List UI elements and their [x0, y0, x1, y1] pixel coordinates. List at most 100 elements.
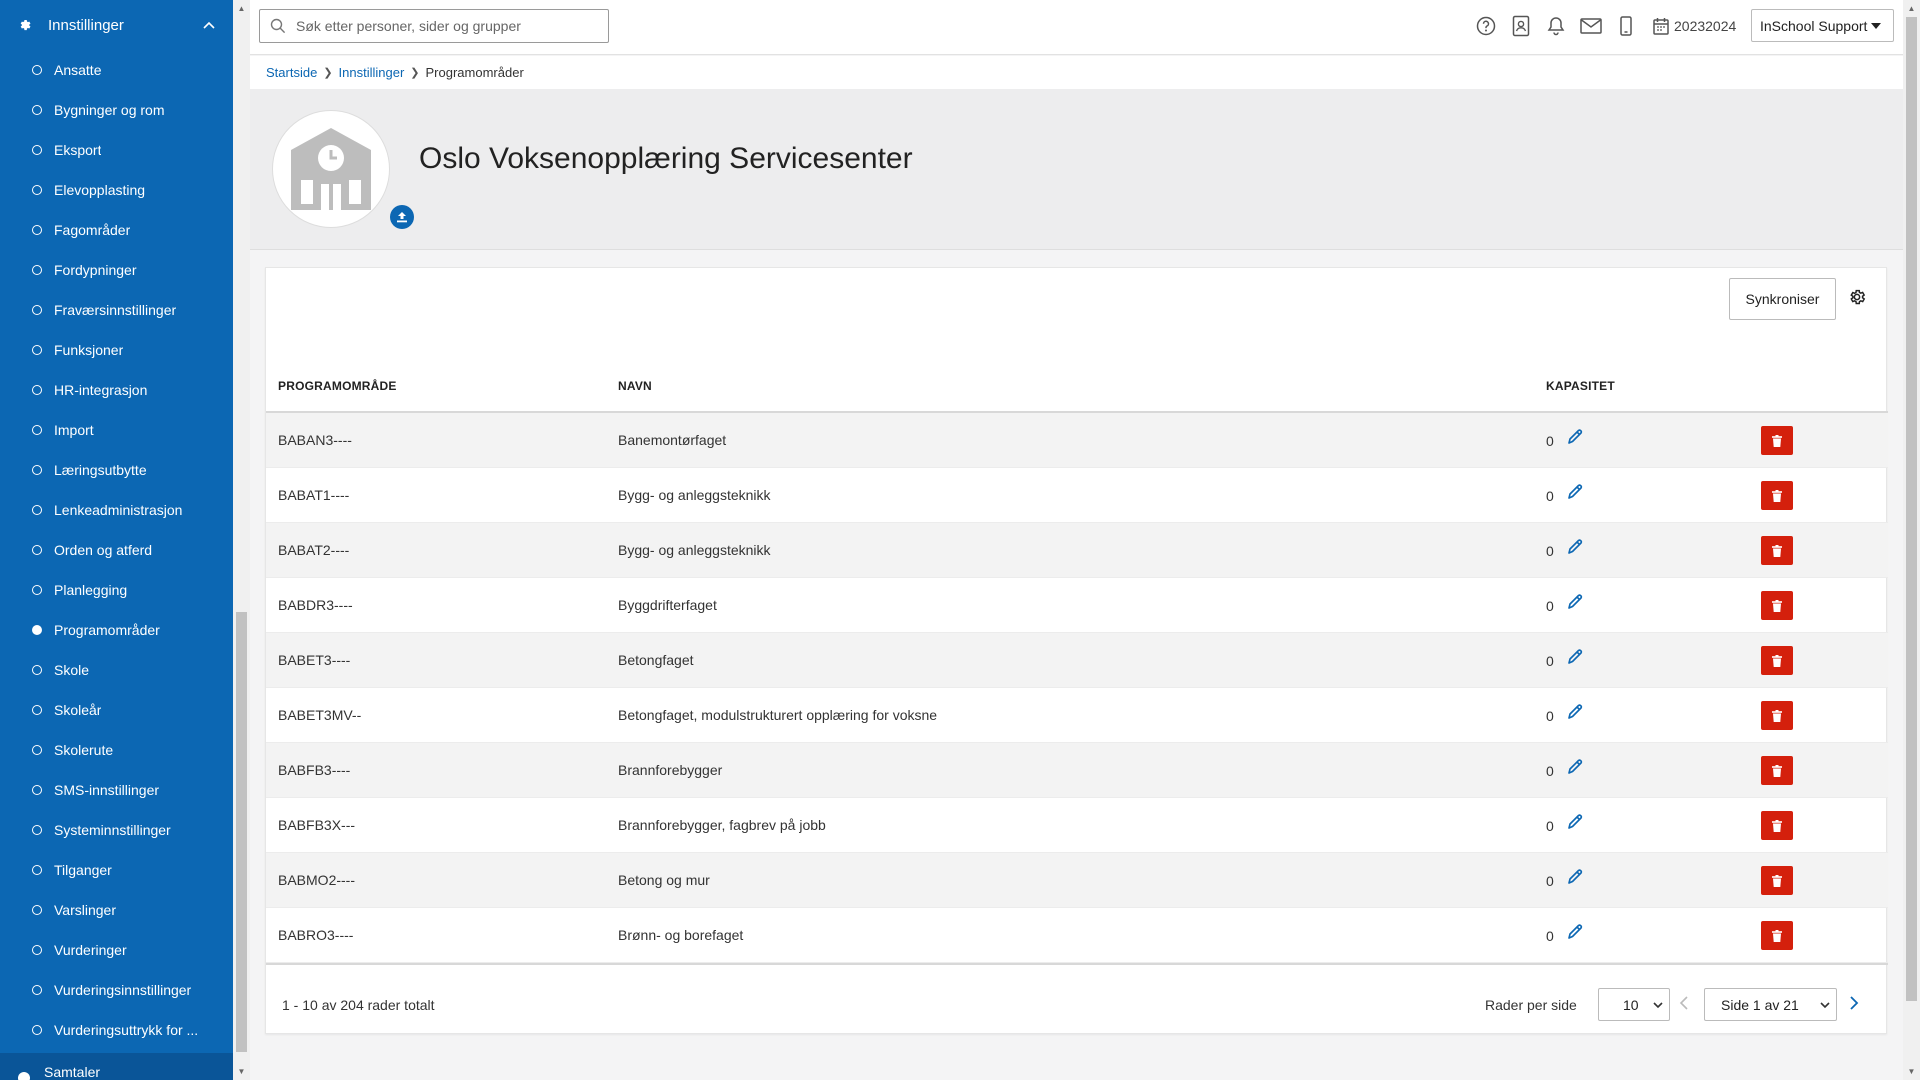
sidebar-item-samtaler[interactable]: Samtaler — [0, 1053, 233, 1080]
sync-button[interactable]: Synkroniser — [1729, 278, 1836, 320]
circle-icon — [32, 65, 42, 75]
scroll-up-arrow-icon[interactable]: ▲ — [1903, 0, 1920, 17]
sidebar-item[interactable]: Vurderingsinnstillinger — [0, 970, 233, 1010]
delete-button[interactable] — [1761, 426, 1793, 455]
edit-pencil-icon[interactable] — [1566, 868, 1584, 886]
scroll-up-arrow-icon[interactable]: ▲ — [233, 0, 250, 17]
sidebar-item[interactable]: Tilganger — [0, 850, 233, 890]
delete-button[interactable] — [1761, 756, 1793, 785]
cell-code: BABET3---- — [278, 652, 351, 668]
upload-avatar-button[interactable] — [390, 205, 414, 229]
page-scroll-thumb[interactable] — [1906, 17, 1917, 1001]
search-input[interactable] — [296, 18, 596, 34]
sidebar-item[interactable]: Skolerute — [0, 730, 233, 770]
page-scrollbar[interactable]: ▲ ▼ — [1903, 0, 1920, 1080]
sidebar-item[interactable]: Skoleår — [0, 690, 233, 730]
school-year[interactable]: 20232024 — [1674, 18, 1736, 34]
sidebar-item[interactable]: Systeminnstillinger — [0, 810, 233, 850]
sidebar-item-label: Eksport — [54, 142, 102, 158]
delete-button[interactable] — [1761, 701, 1793, 730]
edit-pencil-icon[interactable] — [1566, 813, 1584, 831]
calendar-icon[interactable] — [1650, 14, 1672, 38]
delete-button[interactable] — [1761, 921, 1793, 950]
scroll-down-arrow-icon[interactable]: ▼ — [233, 1063, 250, 1080]
cell-code: BABRO3---- — [278, 927, 354, 943]
scroll-down-arrow-icon[interactable]: ▼ — [1903, 1063, 1920, 1080]
edit-pencil-icon[interactable] — [1566, 538, 1584, 556]
page-select[interactable]: Side 1 av 21 — [1704, 988, 1837, 1021]
sidebar-item-label: Vurderinger — [54, 942, 127, 958]
sidebar-item[interactable]: Planlegging — [0, 570, 233, 610]
sidebar-item[interactable]: Vurderingsuttrykk for ... — [0, 1010, 233, 1050]
edit-pencil-icon[interactable] — [1566, 923, 1584, 941]
sidebar-section-settings[interactable]: Innstillinger — [0, 0, 233, 50]
user-menu-button[interactable]: InSchool Support — [1751, 9, 1894, 42]
edit-pencil-icon[interactable] — [1566, 483, 1584, 501]
circle-icon — [32, 945, 42, 955]
sidebar-item-label: Systeminnstillinger — [54, 822, 171, 838]
circle-icon — [32, 385, 42, 395]
contact-card-icon[interactable] — [1510, 14, 1532, 38]
edit-pencil-icon[interactable] — [1566, 593, 1584, 611]
sidebar-item[interactable]: Orden og atferd — [0, 530, 233, 570]
column-header-capacity[interactable]: KAPASITET — [1546, 379, 1615, 393]
sidebar-scroll-thumb[interactable] — [236, 612, 247, 1052]
next-page-icon[interactable] — [1848, 995, 1860, 1011]
sidebar-item[interactable]: Fordypninger — [0, 250, 233, 290]
delete-button[interactable] — [1761, 536, 1793, 565]
sidebar-item-label: Vurderingsuttrykk for ... — [54, 1022, 199, 1038]
breadcrumb-innstillinger[interactable]: Innstillinger — [339, 65, 405, 80]
cell-code: BABAT1---- — [278, 487, 350, 503]
delete-button[interactable] — [1761, 591, 1793, 620]
bell-icon[interactable] — [1545, 14, 1567, 38]
page-select-value: Side 1 av 21 — [1721, 996, 1799, 1013]
sidebar-item[interactable]: Programområder — [0, 610, 233, 650]
sidebar-item[interactable]: Lenkeadministrasjon — [0, 490, 233, 530]
sidebar-item[interactable]: Skole — [0, 650, 233, 690]
edit-pencil-icon[interactable] — [1566, 428, 1584, 446]
column-header-name[interactable]: NAVN — [618, 379, 652, 393]
breadcrumb-startside[interactable]: Startside — [266, 65, 317, 80]
circle-icon — [32, 1025, 42, 1035]
sidebar-item-label: Elevopplasting — [54, 182, 146, 198]
rows-per-page-select[interactable]: 10 — [1598, 988, 1670, 1021]
sidebar-item[interactable]: Eksport — [0, 130, 233, 170]
sidebar-item[interactable]: Funksjoner — [0, 330, 233, 370]
cell-capacity: 0 — [1546, 708, 1554, 724]
sidebar-item[interactable]: Varslinger — [0, 890, 233, 930]
column-header-code[interactable]: PROGRAMOMRÅDE — [278, 379, 397, 393]
delete-button[interactable] — [1761, 866, 1793, 895]
mobile-icon[interactable] — [1615, 14, 1637, 38]
edit-pencil-icon[interactable] — [1566, 703, 1584, 721]
table-settings-icon[interactable] — [1848, 288, 1868, 308]
sidebar-item[interactable]: SMS-innstillinger — [0, 770, 233, 810]
mail-icon[interactable] — [1580, 14, 1602, 38]
sidebar-item[interactable]: Fagområder — [0, 210, 233, 250]
trash-icon — [1772, 709, 1782, 722]
search-box[interactable] — [259, 9, 609, 43]
chevron-up-icon[interactable] — [203, 19, 215, 31]
circle-icon — [32, 345, 42, 355]
sidebar-item[interactable]: Ansatte — [0, 50, 233, 90]
sidebar-bottom-label: Samtaler — [44, 1064, 101, 1080]
sidebar-item[interactable]: Vurderinger — [0, 930, 233, 970]
edit-pencil-icon[interactable] — [1566, 758, 1584, 776]
sidebar-item-label: Planlegging — [54, 582, 128, 598]
sidebar-item[interactable]: Bygninger og rom — [0, 90, 233, 130]
delete-button[interactable] — [1761, 811, 1793, 840]
sidebar-item[interactable]: Læringsutbytte — [0, 450, 233, 490]
sidebar-item[interactable]: Import — [0, 410, 233, 450]
previous-page-icon[interactable] — [1678, 995, 1690, 1011]
trash-icon — [1772, 599, 1782, 612]
help-icon[interactable] — [1475, 14, 1497, 38]
upload-icon — [397, 212, 407, 223]
circle-icon — [32, 825, 42, 835]
edit-pencil-icon[interactable] — [1566, 648, 1584, 666]
delete-button[interactable] — [1761, 646, 1793, 675]
sidebar-item[interactable]: HR-integrasjon — [0, 370, 233, 410]
sidebar-scrollbar[interactable]: ▲ ▼ — [233, 0, 250, 1080]
circle-icon — [32, 665, 42, 675]
sidebar-item[interactable]: Fraværsinnstillinger — [0, 290, 233, 330]
delete-button[interactable] — [1761, 481, 1793, 510]
sidebar-item[interactable]: Elevopplasting — [0, 170, 233, 210]
